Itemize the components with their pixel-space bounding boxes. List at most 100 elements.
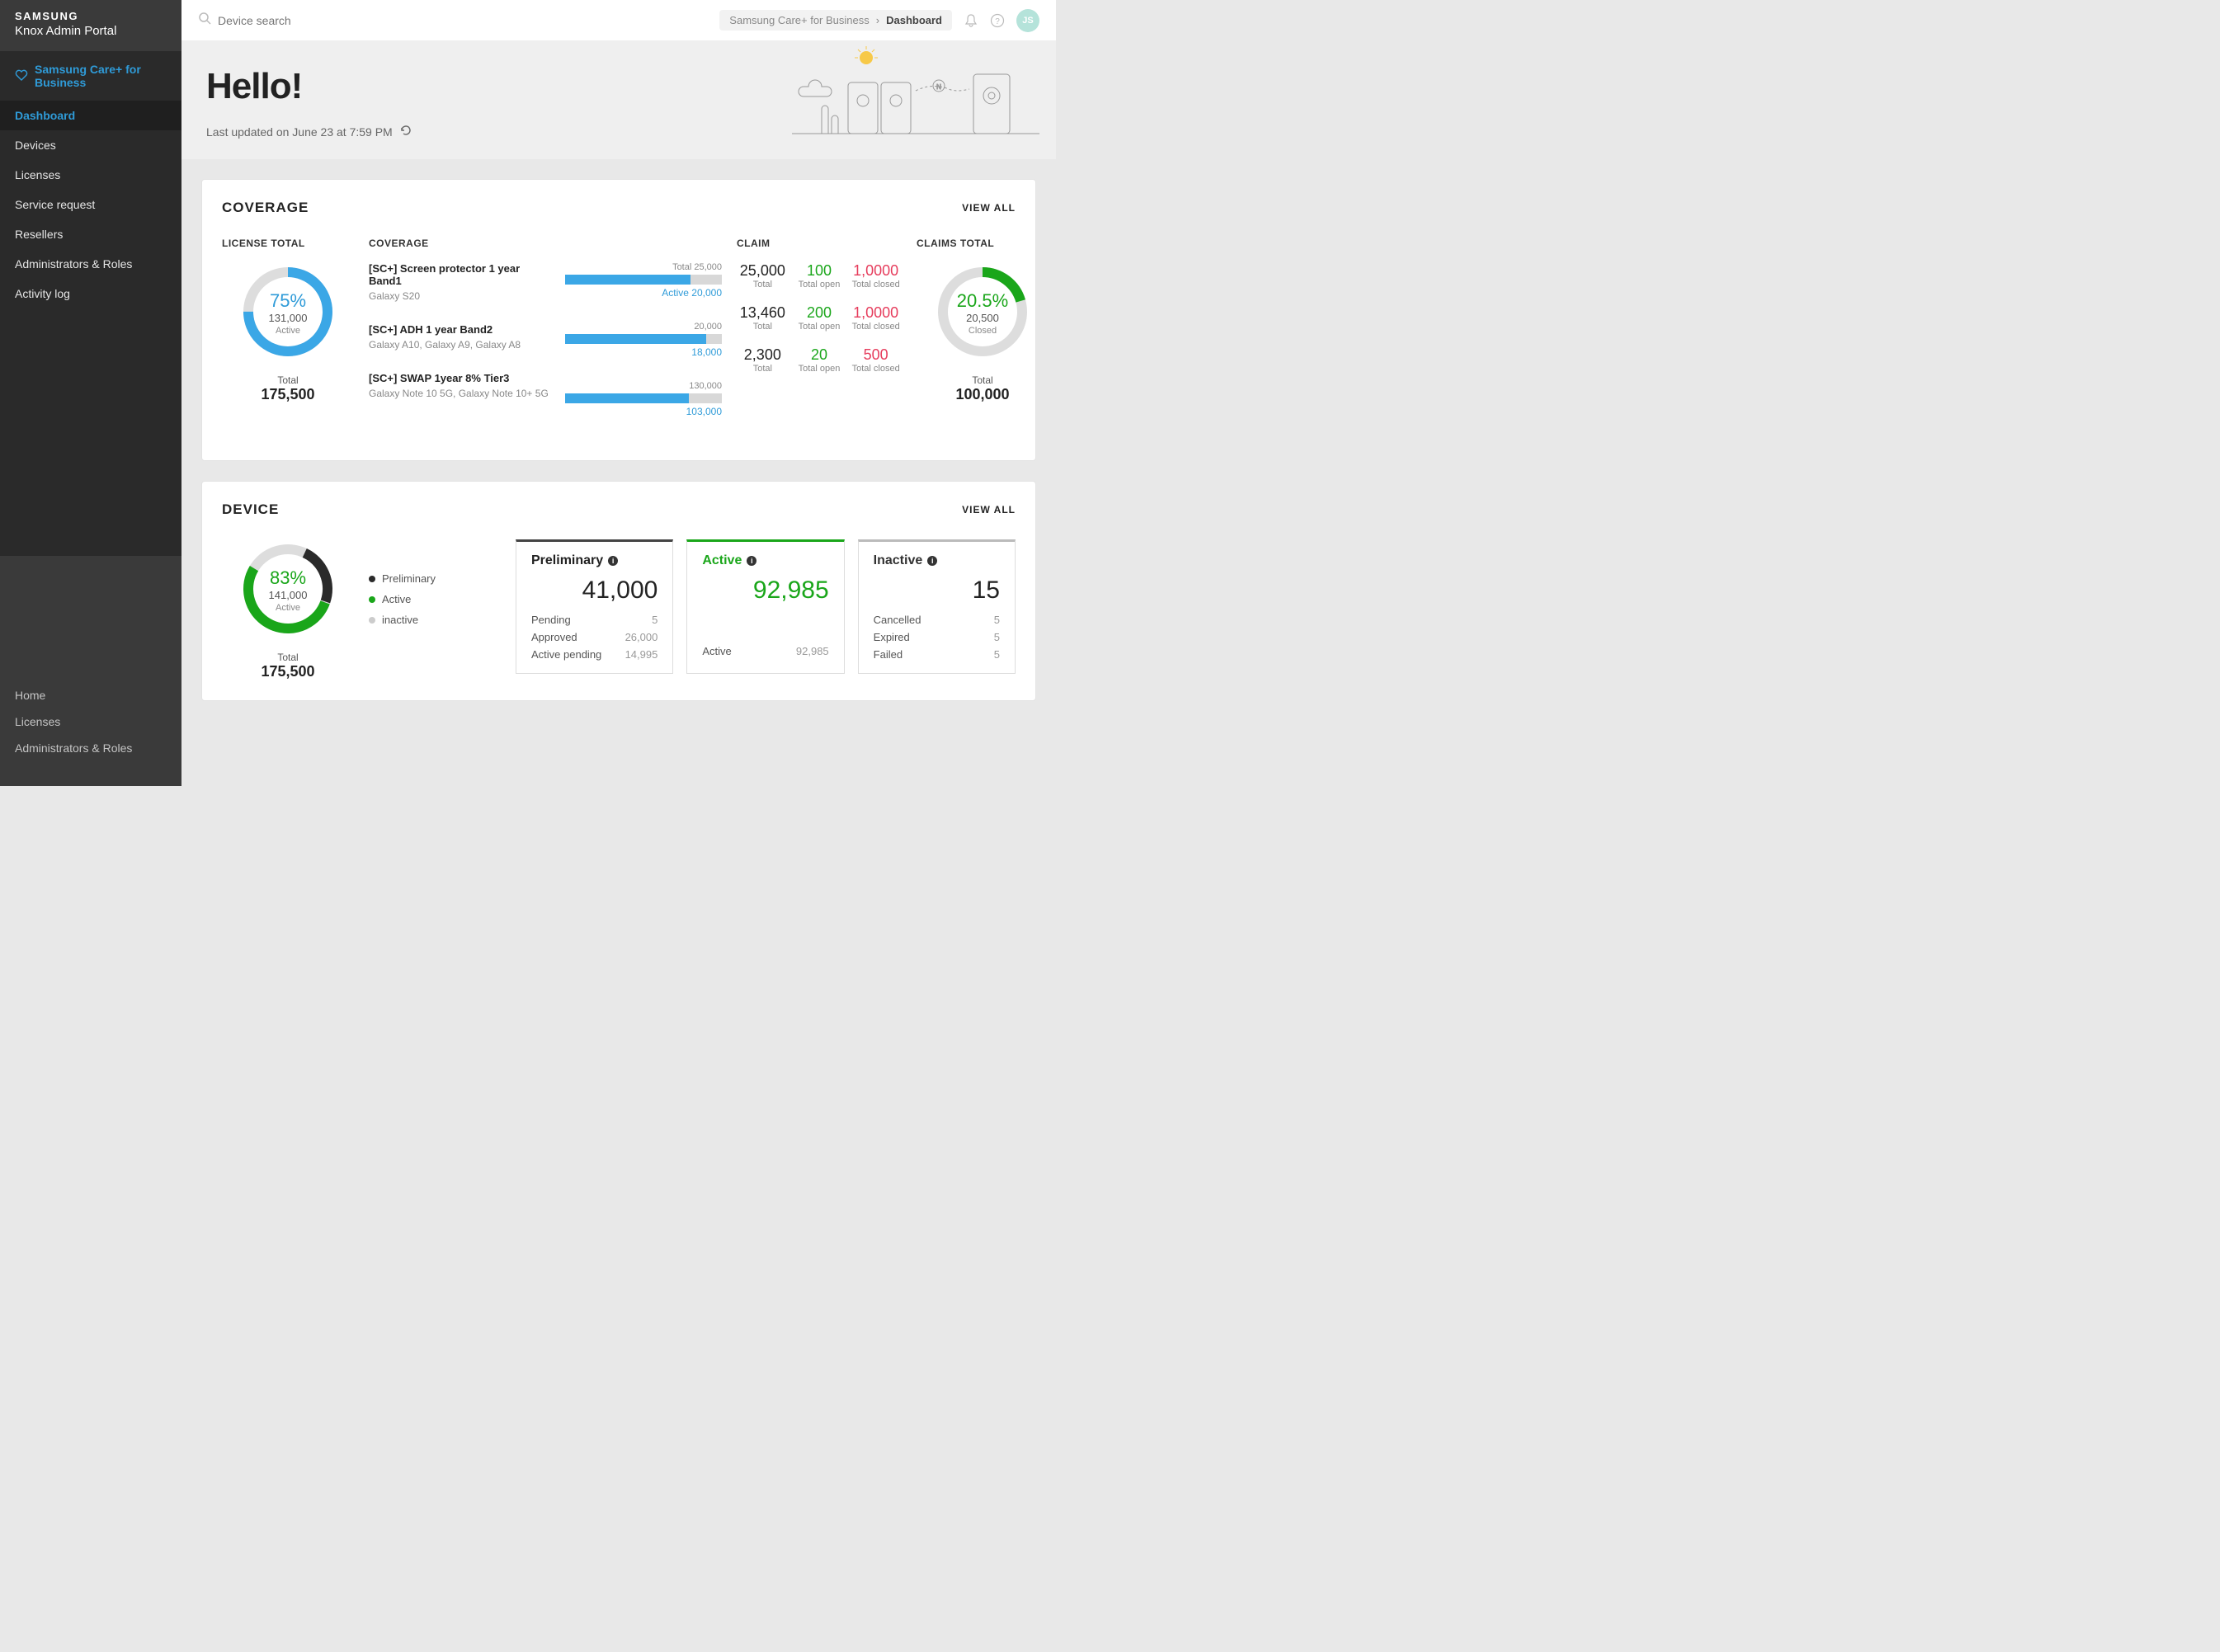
- donut-chart-icon: 83% 141,000 Active: [238, 539, 337, 638]
- claims-total-head: CLAIMS TOTAL: [917, 238, 1049, 249]
- topbar: Samsung Care+ for Business › Dashboard ?…: [181, 0, 1056, 41]
- tile-inactive: Inactivei 15 Cancelled5 Expired5 Failed5: [858, 539, 1016, 674]
- coverage-item: [SC+] Screen protector 1 year Band1 Gala…: [369, 262, 550, 302]
- tile-value: 15: [874, 577, 1000, 605]
- sidebar: SAMSUNG Knox Admin Portal Samsung Care+ …: [0, 0, 181, 786]
- tile-title: Active: [702, 553, 742, 568]
- claim-open: 20: [794, 346, 846, 364]
- device-total-value: 175,500: [222, 663, 354, 680]
- sidebar-footer-admins[interactable]: Administrators & Roles: [0, 735, 181, 761]
- claim-total: 25,000: [737, 262, 789, 280]
- claim-open: 200: [794, 304, 846, 322]
- tile-value: 92,985: [702, 577, 828, 605]
- license-total-value: 175,500: [222, 386, 354, 403]
- sidebar-item-activity-log[interactable]: Activity log: [0, 279, 181, 308]
- legend-item: inactive: [369, 614, 501, 626]
- sidebar-item-admins-roles[interactable]: Administrators & Roles: [0, 249, 181, 279]
- sidebar-section-head[interactable]: Samsung Care+ for Business: [0, 51, 181, 101]
- claim-row: 2,300Total 20Total open 500Total closed: [737, 346, 902, 374]
- last-updated-text: Last updated on June 23 at 7:59 PM: [206, 125, 393, 139]
- sidebar-footer-home[interactable]: Home: [0, 682, 181, 708]
- svg-text:Active: Active: [276, 603, 300, 613]
- brand-top: SAMSUNG: [15, 10, 167, 22]
- breadcrumb: Samsung Care+ for Business › Dashboard: [719, 10, 952, 31]
- device-view-all[interactable]: VIEW ALL: [962, 504, 1016, 515]
- sidebar-footer-licenses[interactable]: Licenses: [0, 708, 181, 735]
- heart-icon: [15, 69, 28, 83]
- bar-active: 18,000: [565, 346, 722, 358]
- sidebar-section: Samsung Care+ for Business Dashboard Dev…: [0, 51, 181, 556]
- device-tiles: Preliminaryi 41,000 Pending5 Approved26,…: [516, 539, 1016, 674]
- bar-total: 20,000: [565, 322, 722, 332]
- coverage-bar: Total 25,000 Active 20,000: [565, 262, 722, 299]
- device-title: DEVICE: [222, 501, 279, 518]
- hero-illustration-icon: N: [792, 41, 1039, 140]
- refresh-icon[interactable]: [399, 124, 412, 139]
- coverage-bar: 130,000 103,000: [565, 381, 722, 417]
- search-icon: [198, 12, 211, 29]
- claim-open: 100: [794, 262, 846, 280]
- svg-text:131,000: 131,000: [269, 312, 308, 324]
- help-icon[interactable]: ?: [990, 13, 1005, 28]
- tile-title: Preliminary: [531, 553, 603, 568]
- svg-text:20,500: 20,500: [966, 312, 999, 324]
- hero: Hello! Last updated on June 23 at 7:59 P…: [181, 41, 1056, 159]
- bar-total: 130,000: [565, 381, 722, 391]
- info-icon[interactable]: i: [927, 556, 937, 566]
- chevron-right-icon: ›: [876, 14, 879, 26]
- svg-text:83%: 83%: [270, 567, 306, 588]
- coverage-item-title: [SC+] Screen protector 1 year Band1: [369, 262, 550, 287]
- coverage-item-sub: Galaxy A10, Galaxy A9, Galaxy A8: [369, 339, 550, 351]
- search[interactable]: [198, 12, 708, 29]
- svg-text:141,000: 141,000: [269, 589, 308, 601]
- breadcrumb-current: Dashboard: [886, 14, 942, 26]
- donut-chart-icon: 75% 131,000 Active: [238, 262, 337, 361]
- brand: SAMSUNG Knox Admin Portal: [0, 0, 181, 51]
- device-total-label: Total: [222, 652, 354, 663]
- sidebar-section-label: Samsung Care+ for Business: [35, 63, 167, 89]
- svg-text:Closed: Closed: [969, 326, 997, 336]
- search-input[interactable]: [218, 14, 432, 27]
- avatar[interactable]: JS: [1016, 9, 1039, 32]
- coverage-title: COVERAGE: [222, 200, 309, 216]
- tile-value: 41,000: [531, 577, 658, 605]
- claims-total-value: 100,000: [917, 386, 1049, 403]
- svg-text:?: ?: [995, 17, 1000, 26]
- claim-row: 13,460Total 200Total open 1,0000Total cl…: [737, 304, 902, 332]
- breadcrumb-parent[interactable]: Samsung Care+ for Business: [729, 14, 869, 26]
- svg-text:N: N: [936, 83, 941, 91]
- coverage-view-all[interactable]: VIEW ALL: [962, 202, 1016, 214]
- coverage-item-title: [SC+] SWAP 1year 8% Tier3: [369, 372, 550, 384]
- coverage-item: [SC+] ADH 1 year Band2 Galaxy A10, Galax…: [369, 323, 550, 351]
- bar-total: Total 25,000: [565, 262, 722, 272]
- device-legend: Preliminary Active inactive: [369, 539, 501, 634]
- sidebar-item-devices[interactable]: Devices: [0, 130, 181, 160]
- tile-preliminary: Preliminaryi 41,000 Pending5 Approved26,…: [516, 539, 673, 674]
- bell-icon[interactable]: [964, 13, 978, 28]
- info-icon[interactable]: i: [747, 556, 756, 566]
- bar-active: Active 20,000: [565, 287, 722, 299]
- info-icon[interactable]: i: [608, 556, 618, 566]
- sidebar-item-resellers[interactable]: Resellers: [0, 219, 181, 249]
- sidebar-footer: Home Licenses Administrators & Roles: [0, 682, 181, 786]
- claim-closed: 1,0000: [850, 304, 902, 322]
- coverage-head: COVERAGE: [369, 238, 550, 249]
- bar-active: 103,000: [565, 406, 722, 417]
- coverage-item: [SC+] SWAP 1year 8% Tier3 Galaxy Note 10…: [369, 372, 550, 399]
- claim-row: 25,000Total 100Total open 1,0000Total cl…: [737, 262, 902, 289]
- coverage-item-sub: Galaxy S20: [369, 290, 550, 302]
- license-total-label: Total: [222, 374, 354, 386]
- tile-title: Inactive: [874, 553, 923, 568]
- sidebar-item-dashboard[interactable]: Dashboard: [0, 101, 181, 130]
- coverage-card: COVERAGE VIEW ALL LICENSE TOTAL 75% 131,…: [201, 179, 1036, 461]
- coverage-item-sub: Galaxy Note 10 5G, Galaxy Note 10+ 5G: [369, 388, 550, 399]
- svg-text:75%: 75%: [270, 290, 306, 311]
- device-card: DEVICE VIEW ALL 83% 141,000 Active T: [201, 481, 1036, 701]
- sidebar-item-service-request[interactable]: Service request: [0, 190, 181, 219]
- device-donut: 83% 141,000 Active Total 175,500: [222, 539, 354, 680]
- brand-sub: Knox Admin Portal: [15, 24, 167, 38]
- claim-closed: 500: [850, 346, 902, 364]
- claim-head: CLAIM: [737, 238, 902, 249]
- claim-total: 13,460: [737, 304, 789, 322]
- sidebar-item-licenses[interactable]: Licenses: [0, 160, 181, 190]
